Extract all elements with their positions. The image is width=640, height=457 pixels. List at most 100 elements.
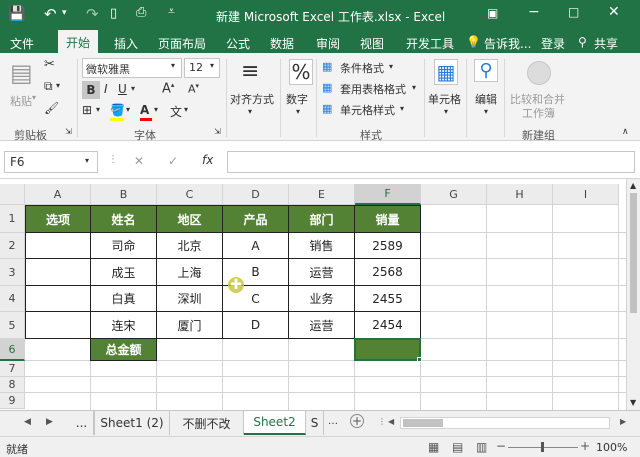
number-button-label[interactable]: 数字 (286, 91, 308, 107)
conditional-format-button[interactable]: 条件格式 (340, 60, 384, 76)
scroll-tabs-left-icon[interactable]: ◀ (24, 417, 31, 427)
underline-button[interactable]: U (118, 82, 127, 96)
cancel-icon[interactable]: ✕ (134, 154, 144, 168)
alignment-dropdown-icon[interactable]: ▾ (248, 107, 252, 116)
undo-dropdown-icon[interactable]: ▾ (62, 8, 67, 18)
copy-dropdown-icon[interactable]: ▾ (56, 81, 60, 90)
table-cell[interactable]: 厦门 (156, 311, 223, 339)
decrease-font-icon[interactable]: A▾ (188, 82, 199, 96)
table-header-cell[interactable]: 地区 (156, 205, 223, 233)
copy-icon[interactable]: ⧉ (44, 79, 53, 94)
name-box[interactable]: F6 ▾ (4, 151, 98, 173)
new-file-icon[interactable]: ▯ (110, 6, 117, 21)
underline-dropdown-icon[interactable]: ▾ (131, 84, 135, 93)
worksheet-grid[interactable]: A B C D E F G H I 1 2 3 4 5 6 7 8 9 选项 姓… (0, 179, 640, 410)
table-header-cell[interactable]: 部门 (288, 205, 355, 233)
border-icon[interactable]: ⊞ (82, 103, 92, 117)
column-header[interactable]: E (289, 184, 355, 205)
more-sheets-left[interactable]: ... (70, 411, 94, 435)
insert-function-icon[interactable]: fx (202, 153, 213, 167)
table-cell[interactable] (25, 311, 91, 339)
sheet-tab-partial[interactable]: S (306, 411, 324, 435)
selected-cell-f6[interactable] (354, 338, 421, 361)
table-cell[interactable]: 白真 (90, 285, 157, 312)
table-cell[interactable]: 2589 (354, 232, 421, 259)
phonetic-dropdown-icon[interactable]: ▾ (184, 105, 188, 114)
table-cell[interactable]: 连宋 (90, 311, 157, 339)
font-size-select[interactable]: 12 ▾ (184, 58, 220, 78)
format-painter-icon[interactable]: 🖌 (44, 101, 59, 115)
page-layout-view-icon[interactable]: ▤ (452, 440, 463, 454)
border-dropdown-icon[interactable]: ▾ (96, 105, 100, 114)
scroll-up-icon[interactable]: ▲ (630, 181, 636, 190)
table-header-cell[interactable]: 选项 (25, 205, 91, 233)
customize-toolbar-icon[interactable]: ⩡ (168, 4, 175, 19)
save-icon[interactable]: 💾 (8, 6, 25, 22)
row-header[interactable]: 4 (0, 286, 25, 312)
fill-color-icon[interactable]: 🪣 (110, 103, 125, 117)
row-header[interactable]: 8 (0, 377, 25, 393)
table-header-cell[interactable]: 产品 (222, 205, 289, 233)
collapse-ribbon-icon[interactable]: ∧ (622, 127, 629, 137)
row-header[interactable]: 3 (0, 259, 25, 286)
paste-dropdown-icon[interactable]: ▾ (32, 93, 36, 102)
zoom-level[interactable]: 100% (596, 441, 627, 454)
bold-button[interactable]: B (82, 81, 100, 99)
horizontal-scroll-thumb[interactable] (403, 419, 443, 427)
cut-icon[interactable]: ✂ (44, 57, 55, 72)
add-sheet-icon[interactable]: + (350, 414, 364, 428)
table-cell[interactable]: 运营 (288, 311, 355, 339)
tell-me-box[interactable]: 告诉我... (484, 35, 531, 52)
cells-dropdown-icon[interactable]: ▾ (444, 107, 448, 116)
column-header[interactable]: A (25, 184, 91, 205)
row-header[interactable]: 2 (0, 233, 25, 259)
row-header[interactable]: 9 (0, 393, 25, 409)
vertical-scroll-thumb[interactable] (630, 193, 637, 313)
alignment-button-label[interactable]: 对齐方式 (230, 91, 274, 107)
font-color-dropdown-icon[interactable]: ▾ (154, 105, 158, 114)
table-cell[interactable] (25, 258, 91, 286)
table-dropdown-icon[interactable]: ▾ (412, 83, 416, 92)
tab-insert[interactable]: 插入 (114, 35, 138, 52)
table-format-button[interactable]: 套用表格格式 (340, 81, 406, 97)
row-header[interactable]: 1 (0, 205, 25, 233)
font-color-icon[interactable]: A (140, 103, 149, 117)
table-cell[interactable]: A (222, 232, 289, 259)
print-preview-icon[interactable]: ⎙ (136, 5, 146, 20)
italic-button[interactable]: I (104, 82, 108, 96)
table-cell[interactable]: 2454 (354, 311, 421, 339)
redo-icon[interactable]: ↷ (86, 5, 99, 23)
fill-handle[interactable] (417, 357, 422, 362)
font-launcher-icon[interactable]: ⇲ (214, 127, 221, 136)
cond-dropdown-icon[interactable]: ▾ (389, 62, 393, 71)
cells-icon[interactable]: ▦ (434, 59, 458, 85)
tab-home[interactable]: 开始 (58, 30, 99, 53)
table-header-cell[interactable]: 姓名 (90, 205, 157, 233)
table-header-cell[interactable]: 销量 (354, 205, 421, 233)
percent-icon[interactable]: % (289, 59, 313, 85)
alignment-icon[interactable]: ≡ (241, 59, 259, 84)
minimize-icon[interactable]: − (528, 4, 540, 20)
tab-developer[interactable]: 开发工具 (406, 35, 454, 52)
sheet-tab[interactable]: Sheet1 (2) (94, 411, 170, 435)
total-label-cell[interactable]: 总金额 (90, 338, 157, 361)
paste-icon[interactable]: ▤ (10, 59, 33, 87)
horizontal-scrollbar[interactable] (400, 417, 610, 429)
column-header[interactable]: C (157, 184, 223, 205)
column-header[interactable]: H (487, 184, 553, 205)
tab-formulas[interactable]: 公式 (226, 35, 250, 52)
table-cell[interactable]: 销售 (288, 232, 355, 259)
share-button[interactable]: 共享 (594, 35, 618, 52)
table-cell[interactable] (25, 285, 91, 312)
row-header[interactable]: 5 (0, 312, 25, 339)
vertical-scrollbar[interactable]: ▲ ▼ (626, 179, 640, 410)
edit-dropdown-icon[interactable]: ▾ (484, 107, 488, 116)
sheet-tab[interactable]: 不删不改 (170, 411, 244, 435)
tab-view[interactable]: 视图 (360, 35, 384, 52)
page-break-view-icon[interactable]: ▥ (476, 440, 487, 454)
normal-view-icon[interactable]: ▦ (428, 440, 439, 454)
column-header[interactable]: B (91, 184, 157, 205)
tab-splitter-icon[interactable]: ⋮ (378, 417, 386, 426)
fill-dropdown-icon[interactable]: ▾ (126, 105, 130, 114)
more-sheets-right[interactable]: … (328, 416, 338, 427)
